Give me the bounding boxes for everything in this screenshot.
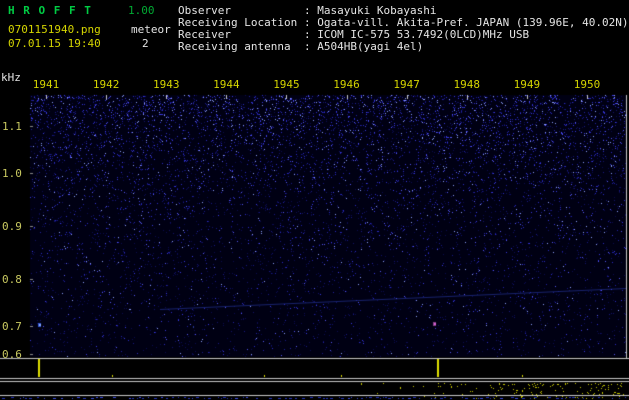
spectrogram-canvas (0, 0, 629, 400)
time-tick-label: 1945 (273, 78, 300, 91)
info-label: Receiving antenna (178, 40, 291, 53)
output-filename: 0701151940.png (8, 23, 101, 36)
freq-tick-label: 0.7 (2, 320, 22, 333)
time-tick-label: 1946 (333, 78, 360, 91)
info-row: Receiving antenna : A504HB(yagi 4el) (178, 41, 629, 53)
freq-tick-label: 1.0 (2, 167, 22, 180)
time-tick-label: 1949 (513, 78, 541, 91)
time-tick-label: 1942 (92, 78, 120, 91)
freq-axis-unit-label: kHz (1, 71, 21, 84)
time-tick-label: 1943 (152, 78, 180, 91)
observation-datetime: 07.01.15 19:40 (8, 37, 101, 50)
freq-tick-label: 1.1 (2, 120, 22, 133)
freq-tick-label: 0.6 (2, 348, 22, 361)
freq-tick-label: 0.8 (2, 273, 22, 286)
info-value: : A504HB(yagi 4el) (304, 40, 424, 53)
freq-tick-label: 0.9 (2, 220, 22, 233)
app-version: 1.00 (128, 4, 155, 17)
app-title: H R O F F T (8, 4, 92, 17)
time-tick-label: 1950 (573, 78, 601, 91)
time-tick-label: 1947 (393, 78, 420, 91)
station-info: Observer: Masayuki Kobayashi Receiving Lo… (178, 5, 629, 53)
channel-count: 2 (142, 37, 149, 50)
time-tick-label: 1941 (32, 78, 60, 91)
observation-mode: meteor (131, 23, 171, 36)
hrofft-screen: H R O F F T 1.00 0701151940.png meteor 0… (0, 0, 629, 400)
time-tick-label: 1948 (453, 78, 481, 91)
time-tick-label: 1944 (213, 78, 240, 91)
